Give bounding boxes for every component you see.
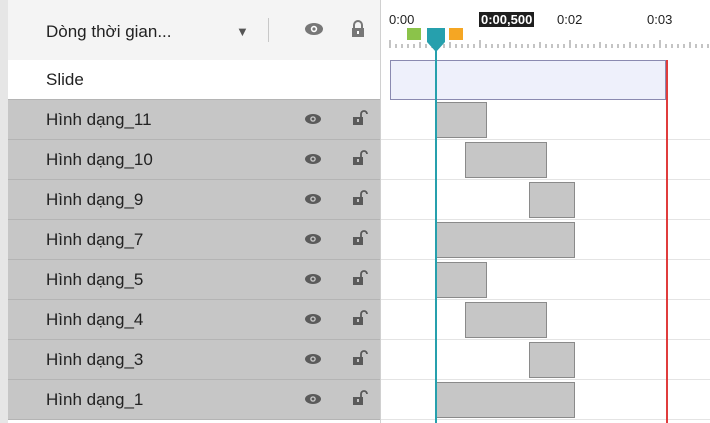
layer-label: Hình dạng_4 bbox=[46, 310, 144, 329]
lock-icon[interactable] bbox=[350, 20, 366, 43]
eye-icon[interactable] bbox=[304, 272, 322, 290]
eye-icon[interactable] bbox=[304, 192, 322, 210]
layer-row-slide[interactable]: Slide bbox=[8, 60, 380, 100]
layer-label: Hình dạng_3 bbox=[46, 350, 144, 369]
timeline-row bbox=[381, 140, 710, 180]
animation-bar[interactable] bbox=[435, 222, 575, 258]
timeline-header: Dòng thời gian... ▼ bbox=[8, 0, 380, 61]
unlock-icon[interactable] bbox=[352, 190, 368, 211]
timeline-title[interactable]: Dòng thời gian... bbox=[46, 22, 172, 42]
unlock-icon[interactable] bbox=[352, 150, 368, 171]
timeline-row bbox=[381, 220, 710, 260]
unlock-icon[interactable] bbox=[352, 230, 368, 251]
eye-icon[interactable] bbox=[304, 22, 324, 41]
panel-edge bbox=[0, 0, 8, 423]
animation-bar[interactable] bbox=[435, 382, 575, 418]
layers-panel: Dòng thời gian... ▼ Slide Hình dạng_11 H… bbox=[0, 0, 380, 423]
timeline-area[interactable]: 0:00 0:00,500 0:02 0:03 bbox=[380, 0, 710, 423]
animation-bar[interactable] bbox=[529, 182, 575, 218]
eye-icon[interactable] bbox=[304, 112, 322, 130]
layer-row[interactable]: Hình dạng_4 bbox=[8, 300, 380, 340]
layer-label: Hình dạng_5 bbox=[46, 270, 144, 289]
layer-label: Hình dạng_11 bbox=[46, 110, 152, 129]
ruler-label: 0:00 bbox=[389, 12, 415, 27]
layer-row[interactable]: Hình dạng_11 bbox=[8, 100, 380, 140]
animation-bar[interactable] bbox=[465, 142, 547, 178]
end-cue-marker[interactable] bbox=[449, 28, 463, 40]
eye-icon[interactable] bbox=[304, 152, 322, 170]
playhead-handle[interactable] bbox=[425, 28, 447, 59]
layer-label: Hình dạng_1 bbox=[46, 390, 144, 409]
timeline-row bbox=[381, 100, 710, 140]
current-time-label: 0:00,500 bbox=[479, 12, 535, 27]
layer-row[interactable]: Hình dạng_3 bbox=[8, 340, 380, 380]
timeline-row bbox=[381, 180, 710, 220]
timeline-row bbox=[381, 380, 710, 420]
layer-label: Hình dạng_10 bbox=[46, 150, 153, 169]
eye-icon[interactable] bbox=[304, 392, 322, 410]
unlock-icon[interactable] bbox=[352, 390, 368, 411]
layer-label: Hình dạng_9 bbox=[46, 190, 144, 209]
playhead-line[interactable] bbox=[435, 30, 437, 423]
eye-icon[interactable] bbox=[304, 312, 322, 330]
timeline-row bbox=[381, 260, 710, 300]
caret-down-icon[interactable]: ▼ bbox=[236, 24, 249, 39]
timeline-row bbox=[381, 300, 710, 340]
animation-bar[interactable] bbox=[465, 302, 547, 338]
unlock-icon[interactable] bbox=[352, 270, 368, 291]
animation-bar[interactable] bbox=[529, 342, 575, 378]
ruler-label: 0:02 bbox=[557, 12, 583, 27]
layer-label: Hình dạng_7 bbox=[46, 230, 144, 249]
layer-row[interactable]: Hình dạng_7 bbox=[8, 220, 380, 260]
end-time-line[interactable] bbox=[666, 60, 668, 423]
eye-icon[interactable] bbox=[304, 232, 322, 250]
layer-row[interactable]: Hình dạng_5 bbox=[8, 260, 380, 300]
unlock-icon[interactable] bbox=[352, 350, 368, 371]
header-separator bbox=[268, 18, 269, 42]
unlock-icon[interactable] bbox=[352, 110, 368, 131]
animation-bar[interactable] bbox=[435, 262, 487, 298]
eye-icon[interactable] bbox=[304, 352, 322, 370]
ruler-label: 0:03 bbox=[647, 12, 673, 27]
layer-row[interactable]: Hình dạng_1 bbox=[8, 380, 380, 420]
unlock-icon[interactable] bbox=[352, 310, 368, 331]
animation-bar[interactable] bbox=[435, 102, 487, 138]
layer-row[interactable]: Hình dạng_10 bbox=[8, 140, 380, 180]
layer-label: Slide bbox=[46, 70, 84, 89]
start-marker[interactable] bbox=[407, 28, 421, 40]
layer-row[interactable]: Hình dạng_9 bbox=[8, 180, 380, 220]
slide-duration-bar[interactable] bbox=[390, 60, 666, 100]
timeline-row bbox=[381, 340, 710, 380]
